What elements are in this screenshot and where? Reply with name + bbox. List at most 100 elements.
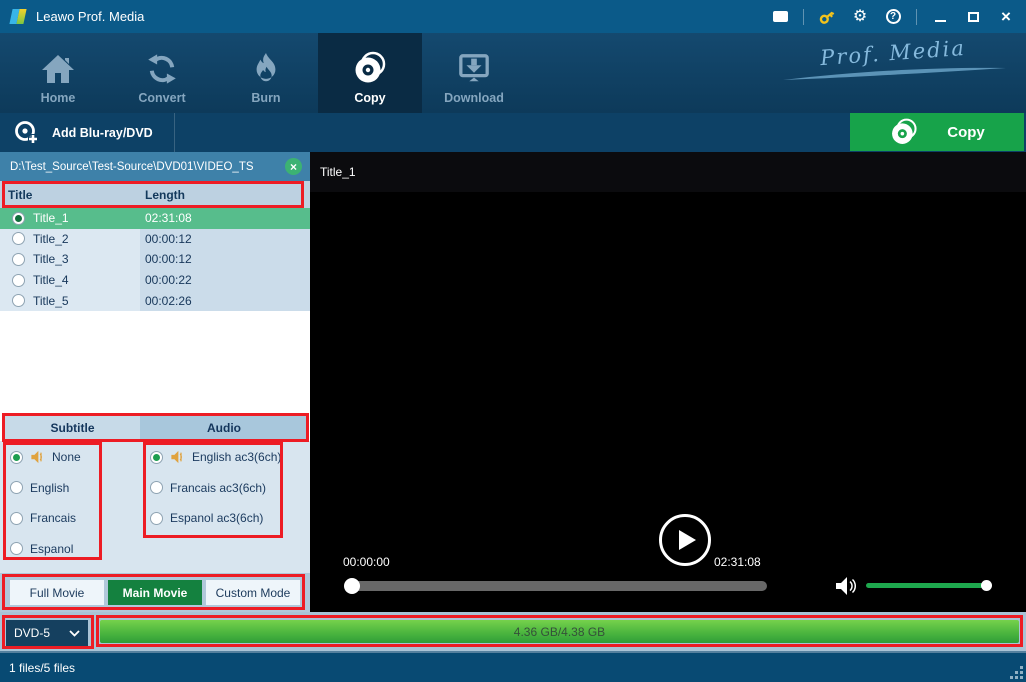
title-radio[interactable] [12,212,25,225]
title-length: 00:00:12 [140,249,310,270]
burn-flame-icon [251,53,281,85]
nav-tab-home[interactable]: Home [6,33,110,113]
close-source-icon[interactable]: × [285,158,302,175]
register-key-icon[interactable] [817,7,837,27]
nav-label: Convert [138,91,185,105]
start-copy-button[interactable]: Copy [850,113,1024,151]
table-row-title-1[interactable]: Title_1 02:31:08 [0,208,310,229]
titlebar: Leawo Prof. Media ⚙ ? × [0,0,1026,33]
audio-option-espanol[interactable]: Espanol ac3(6ch) [150,508,281,528]
table-row-title-3[interactable]: Title_3 00:00:12 [0,249,310,270]
minimize-button[interactable] [930,7,950,27]
nav-tab-convert[interactable]: Convert [110,33,214,113]
nav-label: Copy [354,91,385,105]
title-name: Title_3 [33,252,69,266]
copy-disc-icon [352,51,388,85]
home-icon [40,53,76,85]
status-bar: 1 files/5 files [0,651,1026,682]
mode-button-custom-mode[interactable]: Custom Mode [206,580,300,605]
title-name: Title_1 [33,211,69,225]
copy-button-label: Copy [947,124,985,141]
seek-thumb[interactable] [344,578,360,594]
title-table-header: Title Length [0,181,310,208]
maximize-button[interactable] [963,7,983,27]
audio-option-francais[interactable]: Francais ac3(6ch) [150,478,281,498]
subtitle-option-espanol[interactable]: Espanol [10,539,81,559]
subtitle-option-francais[interactable]: Francais [10,508,81,528]
brand-logo: Prof. Media [778,41,1008,88]
nav-label: Download [444,91,504,105]
option-label: English ac3(6ch) [192,450,281,464]
download-icon [457,53,491,85]
add-disc-icon [14,120,40,146]
track-tabs: Subtitle Audio [0,415,310,441]
app-logo-icon [10,8,27,25]
option-label: Francais ac3(6ch) [170,481,266,495]
window-title: Leawo Prof. Media [36,9,144,24]
copy-mode-row: Full Movie Main Movie Custom Mode [0,573,310,612]
table-row-title-4[interactable]: Title_4 00:00:22 [0,270,310,291]
title-radio[interactable] [12,232,25,245]
title-length: 00:00:12 [140,229,310,250]
brand-text: Prof. Media [777,33,1008,73]
resize-grip[interactable] [1010,666,1023,679]
tab-subtitle[interactable]: Subtitle [5,415,140,441]
main-nav: Home Convert Burn Copy Downlo [0,33,1026,113]
mode-button-full-movie[interactable]: Full Movie [10,580,104,605]
video-preview-panel: Title_1 00:00:00 02:31:08 [310,152,1026,612]
mode-button-main-movie[interactable]: Main Movie [108,580,202,605]
video-title: Title_1 [320,165,356,179]
subtitle-radio[interactable] [10,542,23,555]
subtitle-radio[interactable] [10,512,23,525]
nav-tab-download[interactable]: Download [422,33,526,113]
play-button[interactable] [659,514,711,566]
column-header-title: Title [0,188,140,202]
source-path-header: D:\Test_Source\Test-Source\DVD01\VIDEO_T… [0,152,310,181]
title-radio[interactable] [12,253,25,266]
add-bluray-dvd-button[interactable]: Add Blu-ray/DVD [0,113,175,152]
subtitle-option-none[interactable]: None [10,447,81,467]
audio-radio[interactable] [150,481,163,494]
audio-radio[interactable] [150,512,163,525]
list-empty-area [0,311,310,415]
seek-bar[interactable] [345,581,767,591]
audio-radio[interactable] [150,451,163,464]
subtitle-radio[interactable] [10,481,23,494]
feedback-icon[interactable] [770,7,790,27]
source-path: D:\Test_Source\Test-Source\DVD01\VIDEO_T… [10,161,254,173]
close-button[interactable]: × [996,7,1016,27]
table-row-title-2[interactable]: Title_2 00:00:12 [0,229,310,250]
tab-audio[interactable]: Audio [140,415,308,441]
nav-label: Home [41,91,76,105]
nav-tab-burn[interactable]: Burn [214,33,318,113]
track-options-area: None English Francais Espanol [0,441,310,573]
file-count-text: 1 files/5 files [9,661,75,675]
title-radio[interactable] [12,274,25,287]
option-label: None [52,450,81,464]
option-label: Espanol ac3(6ch) [170,511,263,525]
title-list: Title_1 02:31:08 Title_2 00:00:12 Title_… [0,208,310,311]
current-time: 00:00:00 [343,555,390,569]
option-label: English [30,481,69,495]
disc-type-value: DVD-5 [14,626,50,640]
speaker-icon [170,450,185,464]
audio-option-english[interactable]: English ac3(6ch) [150,447,281,467]
settings-gear-icon[interactable]: ⚙ [850,7,870,27]
titlebar-divider [803,9,804,25]
titlebar-divider [916,9,917,25]
table-row-title-5[interactable]: Title_5 00:02:26 [0,290,310,311]
subtitle-radio[interactable] [10,451,23,464]
title-name: Title_5 [33,294,69,308]
nav-tab-copy[interactable]: Copy [318,33,422,113]
chevron-down-icon [69,630,80,637]
subtitle-option-english[interactable]: English [10,478,81,498]
disc-type-select[interactable]: DVD-5 [6,620,88,646]
title-radio[interactable] [12,294,25,307]
volume-slider[interactable] [866,583,990,588]
volume-thumb[interactable] [981,580,992,591]
volume-icon[interactable] [834,575,858,597]
title-name: Title_2 [33,232,69,246]
add-button-label: Add Blu-ray/DVD [52,126,153,140]
help-icon[interactable]: ? [883,7,903,27]
option-label: Espanol [30,542,73,556]
